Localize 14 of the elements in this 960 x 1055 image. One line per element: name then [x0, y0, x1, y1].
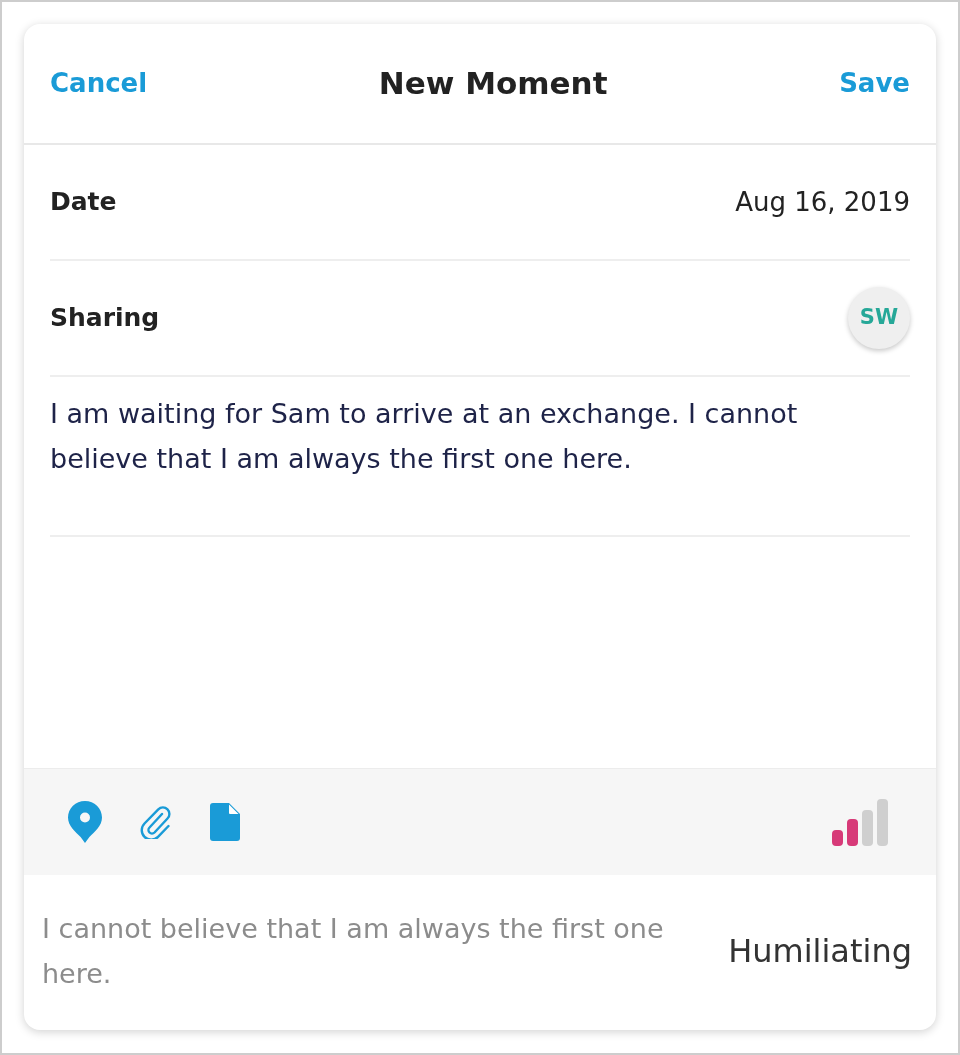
cancel-button[interactable]: Cancel [50, 64, 148, 103]
document-icon[interactable] [210, 803, 240, 841]
field-label: Date [50, 186, 117, 219]
dialog-title: New Moment [378, 64, 608, 104]
moment-text-field[interactable]: I am waiting for Sam to arrive at an exchange. I cannot believe that I am always the first one here. [50, 377, 910, 537]
field-label: Sharing [50, 302, 160, 335]
summary-text: I cannot believe that I am always the first one here. [42, 911, 665, 991]
paperclip-icon[interactable] [140, 805, 172, 839]
feeling-label: Humiliating [728, 930, 912, 972]
save-button[interactable]: Save [839, 64, 910, 103]
intensity-meter[interactable] [832, 798, 888, 846]
date-value[interactable]: Aug 16, 2019 [735, 182, 910, 222]
user-avatar[interactable]: SW [848, 287, 910, 349]
location-pin-icon[interactable] [68, 801, 102, 843]
